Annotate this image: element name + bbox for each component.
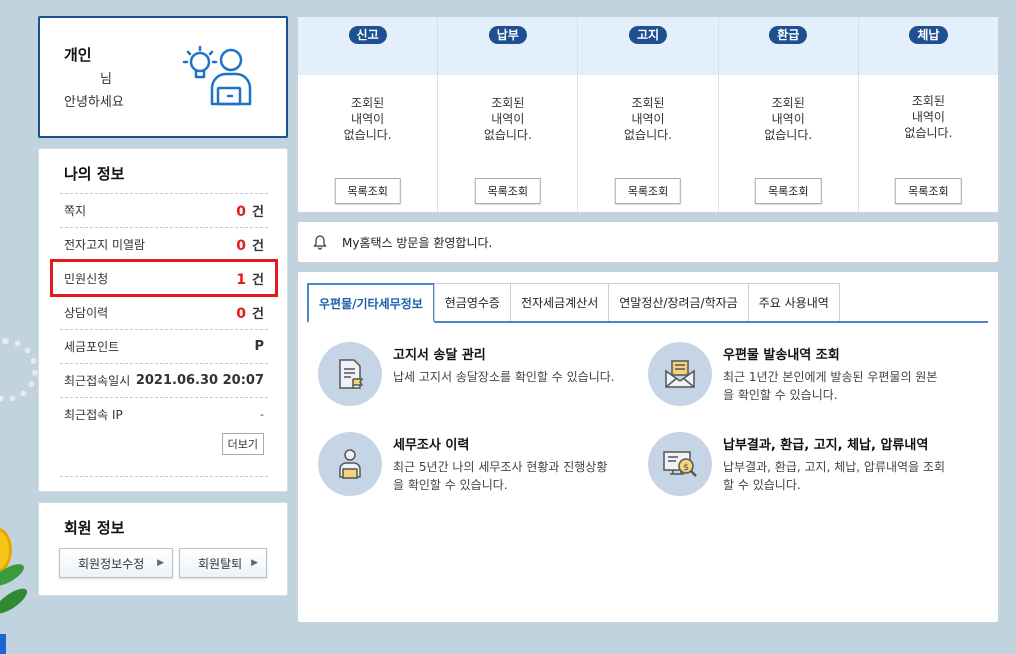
monitor-dollar-search-icon: $ <box>648 432 712 496</box>
list-view-button[interactable]: 목록조회 <box>754 178 822 204</box>
bell-icon <box>313 235 327 250</box>
info-unit: 건 <box>252 307 264 322</box>
service-mail-history[interactable]: 우편물 발송내역 조회 최근 1년간 본인에게 발송된 우편물의 원본을 확인할… <box>648 342 948 412</box>
info-row-civil-petition[interactable]: 민원신청 1건 <box>50 259 278 297</box>
status-badge: 체납 <box>909 26 948 44</box>
tab-e-tax-invoice[interactable]: 전자세금계산서 <box>509 283 610 321</box>
status-badge: 신고 <box>348 26 387 44</box>
status-message: 조회된 내역이 없습니다. <box>764 96 813 142</box>
info-count: 0 <box>236 238 247 254</box>
more-button[interactable]: 더보기 <box>221 433 264 455</box>
decorative-ring <box>0 338 38 402</box>
info-row-notes[interactable]: 쪽지 0건 <box>60 193 268 227</box>
info-unit: 건 <box>252 239 264 254</box>
status-message: 조회된 내역이 없습니다. <box>904 94 953 140</box>
list-view-button[interactable]: 목록조회 <box>614 178 682 204</box>
member-info-title: 회원 정보 <box>64 519 125 537</box>
withdraw-member-button[interactable]: 회원탈퇴 ▶ <box>179 548 267 578</box>
welcome-bar: My홈택스 방문을 환영합니다. <box>298 222 998 262</box>
status-message: 조회된 내역이 없습니다. <box>624 96 672 142</box>
edit-member-info-button[interactable]: 회원정보수정 ▶ <box>59 548 173 578</box>
service-tabs-panel: 우편물/기타세무정보 현금영수증 전자세금계산서 연말정산/장려금/학자금 주요… <box>298 272 998 622</box>
user-type: 개인 <box>64 46 92 64</box>
info-count: 0 <box>236 204 247 220</box>
info-value: P <box>254 339 264 354</box>
more-row: 더보기 <box>60 431 268 477</box>
my-info-panel: 나의 정보 쪽지 0건 전자고지 미열람 0건 민원신청 1건 상담이력 0건 … <box>38 148 288 492</box>
tab-mail-tax-info[interactable]: 우편물/기타세무정보 <box>307 283 435 323</box>
info-label: 세금포인트 <box>64 340 120 354</box>
document-flag-icon <box>318 342 382 406</box>
service-title[interactable]: 고지서 송달 관리 <box>393 344 486 363</box>
greeting-text: 안녕하세요 <box>64 95 124 110</box>
envelope-icon <box>648 342 712 406</box>
info-count: 1 <box>236 272 247 288</box>
status-header: 신고 <box>298 17 438 75</box>
status-col-arrears: 체납 조회된 내역이 없습니다. 목록조회 <box>858 17 998 212</box>
user-name: 님 <box>100 72 112 87</box>
member-info-panel: 회원 정보 회원정보수정 ▶ 회원탈퇴 ▶ <box>38 502 288 596</box>
service-description: 최근 1년간 본인에게 발송된 우편물의 원본을 확인할 수 있습니다. <box>723 370 938 402</box>
info-value: 2021.06.30 20:07 <box>135 373 264 388</box>
status-badge: 고지 <box>628 26 668 44</box>
tab-cash-receipt[interactable]: 현금영수증 <box>433 283 511 321</box>
greeting-card: 개인 님 안녕하세요 <box>38 16 288 138</box>
status-header: 체납 <box>858 17 998 75</box>
my-info-title: 나의 정보 <box>64 165 125 183</box>
info-count: 0 <box>236 306 247 322</box>
welcome-message: My홈택스 방문을 환영합니다. <box>342 235 493 250</box>
info-row-consultation-history[interactable]: 상담이력 0건 <box>60 295 268 329</box>
status-col-notice: 고지 조회된 내역이 없습니다. 목록조회 <box>578 17 719 212</box>
service-title[interactable]: 우편물 발송내역 조회 <box>723 344 840 363</box>
service-title[interactable]: 세무조사 이력 <box>393 434 469 453</box>
tab-bar: 우편물/기타세무정보 현금영수증 전자세금계산서 연말정산/장려금/학자금 주요… <box>307 283 988 323</box>
status-message: 조회된 내역이 없습니다. <box>343 96 392 142</box>
status-header: 납부 <box>438 17 578 75</box>
info-label: 상담이력 <box>64 306 109 320</box>
info-unit: 건 <box>252 205 264 220</box>
decorative-leaf <box>0 584 31 618</box>
info-label: 민원신청 <box>64 272 109 286</box>
status-col-payment: 납부 조회된 내역이 없습니다. 목록조회 <box>438 17 579 212</box>
withdraw-member-label: 회원탈퇴 <box>198 556 243 571</box>
tab-usage-history[interactable]: 주요 사용내역 <box>747 283 840 321</box>
service-title[interactable]: 납부결과, 환급, 고지, 체납, 압류내역 <box>723 434 928 453</box>
status-col-refund: 환급 조회된 내역이 없습니다. 목록조회 <box>718 17 859 212</box>
arrow-right-icon: ▶ <box>251 558 258 568</box>
service-description: 납세 고지서 송달장소를 확인할 수 있습니다. <box>393 370 615 384</box>
service-tax-audit-history[interactable]: 세무조사 이력 최근 5년간 나의 세무조사 현황과 진행상황을 확인할 수 있… <box>318 432 618 502</box>
service-description: 최근 5년간 나의 세무조사 현황과 진행상황을 확인할 수 있습니다. <box>393 460 608 492</box>
service-payment-results[interactable]: $ 납부결과, 환급, 고지, 체납, 압류내역 납부결과, 환급, 고지, 체… <box>648 432 948 502</box>
info-label: 전자고지 미열람 <box>64 238 146 252</box>
service-notice-delivery[interactable]: 고지서 송달 관리 납세 고지서 송달장소를 확인할 수 있습니다. <box>318 342 618 412</box>
status-message: 조회된 내역이 없습니다. <box>483 96 532 142</box>
decorative-bar <box>0 634 6 654</box>
info-label: 쪽지 <box>64 204 87 218</box>
info-value: - <box>260 408 264 421</box>
info-label: 최근접속 IP <box>64 408 123 422</box>
edit-member-info-label: 회원정보수정 <box>78 556 145 571</box>
person-laptop-icon <box>318 432 382 496</box>
info-row-unread-e-notice[interactable]: 전자고지 미열람 0건 <box>60 227 268 261</box>
my-info-list: 쪽지 0건 전자고지 미열람 0건 민원신청 1건 상담이력 0건 세금포인트 … <box>50 193 278 477</box>
list-view-button[interactable]: 목록조회 <box>895 178 962 204</box>
svg-text:$: $ <box>683 463 689 473</box>
status-badge: 납부 <box>488 26 527 44</box>
status-col-filing: 신고 조회된 내역이 없습니다. 목록조회 <box>298 17 439 212</box>
status-badge: 환급 <box>769 26 808 44</box>
info-row-last-login-time: 최근접속일시 2021.06.30 20:07 <box>60 363 268 397</box>
list-view-button[interactable]: 목록조회 <box>474 178 542 204</box>
status-header: 고지 <box>578 17 718 75</box>
status-header: 환급 <box>718 17 858 75</box>
service-description: 납부결과, 환급, 고지, 체납, 압류내역을 조회할 수 있습니다. <box>723 460 946 492</box>
tax-status-strip: 신고 조회된 내역이 없습니다. 목록조회 납부 조회된 내역이 없습니다. 목… <box>298 17 998 212</box>
user-idea-illustration-icon <box>182 45 252 106</box>
info-row-last-login-ip: 최근접속 IP - <box>60 397 268 431</box>
info-unit: 건 <box>252 273 264 288</box>
info-label: 최근접속일시 <box>64 374 131 388</box>
tab-year-end-settlement[interactable]: 연말정산/장려금/학자금 <box>608 283 749 321</box>
list-view-button[interactable]: 목록조회 <box>334 178 401 204</box>
arrow-right-icon: ▶ <box>157 558 164 568</box>
info-row-tax-points[interactable]: 세금포인트 P <box>60 329 268 363</box>
